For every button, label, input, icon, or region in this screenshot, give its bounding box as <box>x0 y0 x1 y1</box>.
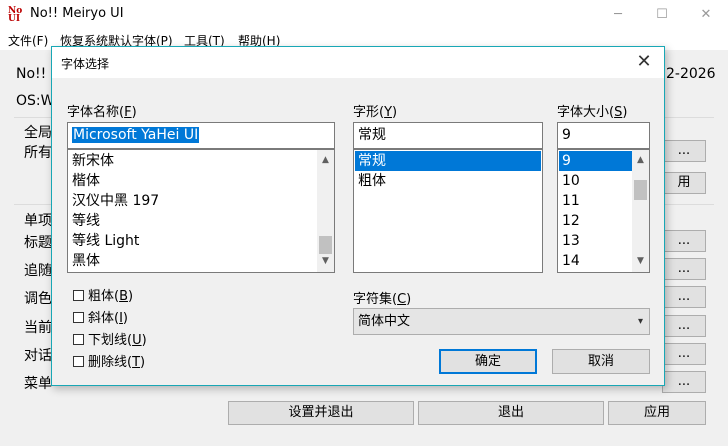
italic-checkbox[interactable]: 斜体(I) <box>73 307 128 326</box>
font-name-item[interactable]: 等线 Light <box>69 231 159 251</box>
ok-button[interactable]: 确定 <box>439 349 537 374</box>
group2-label-6: 菜单 <box>24 376 52 392</box>
cancel-button[interactable]: 取消 <box>552 349 650 374</box>
group2-label-4: 当前 <box>24 320 52 336</box>
window-title: No!! Meiryo UI <box>30 6 124 21</box>
font-style-list[interactable]: 常规 粗体 <box>353 149 543 273</box>
font-style-item[interactable]: 常规 <box>355 151 541 171</box>
side-button[interactable]: ... <box>662 140 706 162</box>
charset-label: 字符集(C) <box>353 292 412 307</box>
dialog-title-bar: 字体选择 ✕ <box>52 47 664 78</box>
bold-checkbox[interactable]: 粗体(B) <box>73 285 133 304</box>
font-name-item[interactable]: 汉仪中黑 197 <box>69 191 159 211</box>
font-size-scrollbar[interactable]: ▲ ▼ <box>632 150 649 272</box>
side-button[interactable]: ... <box>662 258 706 280</box>
app-icon: No UI <box>8 7 24 24</box>
font-size-list[interactable]: 9 10 11 12 13 14 ▲ ▼ <box>557 149 650 273</box>
strikethrough-checkbox[interactable]: 删除线(T) <box>73 351 145 370</box>
checkbox-icon[interactable] <box>73 312 84 323</box>
side-button[interactable]: ... <box>662 230 706 252</box>
font-name-label: 字体名称(F) <box>67 105 137 120</box>
background-os-label: OS:W <box>16 93 55 109</box>
background-version: 2-2026 <box>666 66 716 82</box>
scroll-thumb[interactable] <box>319 236 332 254</box>
side-button[interactable]: ... <box>662 286 706 308</box>
apply-and-exit-button[interactable]: 设置并退出 <box>228 401 414 425</box>
side-button[interactable]: 用 <box>662 172 706 194</box>
group1-label-1: 所有 <box>24 145 52 161</box>
font-style-item[interactable]: 粗体 <box>355 171 541 191</box>
dialog-title: 字体选择 <box>61 57 110 71</box>
group2-label-1: 标题 <box>24 235 52 251</box>
charset-value: 简体中文 <box>358 314 411 329</box>
font-name-item[interactable]: 新宋体 <box>69 151 159 171</box>
title-bar: No UI No!! Meiryo UI ─ ☐ ✕ <box>0 0 728 30</box>
close-icon[interactable]: ✕ <box>684 0 728 30</box>
scroll-up-icon[interactable]: ▲ <box>317 152 334 169</box>
side-button[interactable]: ... <box>662 315 706 337</box>
font-name-item[interactable]: 等线 <box>69 211 159 231</box>
group2-label-3: 调色 <box>24 291 52 307</box>
checkbox-icon[interactable] <box>73 334 84 345</box>
font-size-item[interactable]: 11 <box>559 191 632 211</box>
font-size-input[interactable]: 9 <box>557 122 650 149</box>
underline-checkbox[interactable]: 下划线(U) <box>73 329 147 348</box>
checkbox-icon[interactable] <box>73 290 84 301</box>
font-name-list[interactable]: 新宋体 楷体 汉仪中黑 197 等线 等线 Light 黑体 ▲ ▼ <box>67 149 335 273</box>
app-icon-bottom: UI <box>8 14 21 24</box>
side-button[interactable]: ... <box>662 343 706 365</box>
chevron-down-icon: ▾ <box>637 316 643 327</box>
maximize-icon[interactable]: ☐ <box>640 0 684 30</box>
minimize-icon[interactable]: ─ <box>596 0 640 30</box>
background-heading: No!! <box>16 66 47 82</box>
font-style-label: 字形(Y) <box>353 105 398 120</box>
font-name-input[interactable]: Microsoft YaHei UI <box>67 122 335 149</box>
font-size-item[interactable]: 10 <box>559 171 632 191</box>
checkbox-icon[interactable] <box>73 356 84 367</box>
group1-label-0: 全局 <box>24 125 52 141</box>
font-size-item[interactable]: 13 <box>559 231 632 251</box>
font-size-item[interactable]: 12 <box>559 211 632 231</box>
font-name-item[interactable]: 楷体 <box>69 171 159 191</box>
scroll-up-icon[interactable]: ▲ <box>632 152 649 169</box>
font-name-scrollbar[interactable]: ▲ ▼ <box>317 150 334 272</box>
font-size-item[interactable]: 9 <box>559 151 632 171</box>
font-size-label: 字体大小(S) <box>557 105 628 120</box>
menu-file[interactable]: 文件(F) <box>8 32 48 49</box>
group2-label-5: 对话 <box>24 348 52 364</box>
font-name-item[interactable]: 黑体 <box>69 251 159 271</box>
apply-button[interactable]: 应用 <box>608 401 706 425</box>
scroll-thumb[interactable] <box>634 180 647 200</box>
charset-select[interactable]: 简体中文 ▾ <box>353 308 650 335</box>
dialog-close-icon[interactable]: ✕ <box>632 50 656 74</box>
scroll-down-icon[interactable]: ▼ <box>632 253 649 270</box>
group2-label-0: 单项 <box>24 213 52 229</box>
font-dialog: 字体选择 ✕ 字体名称(F) Microsoft YaHei UI 新宋体 楷体… <box>51 46 665 386</box>
side-button[interactable]: ... <box>662 371 706 393</box>
scroll-down-icon[interactable]: ▼ <box>317 253 334 270</box>
group2-label-2: 追随 <box>24 263 52 279</box>
exit-button[interactable]: 退出 <box>418 401 604 425</box>
font-size-item[interactable]: 14 <box>559 251 632 271</box>
font-style-input[interactable]: 常规 <box>353 122 543 149</box>
